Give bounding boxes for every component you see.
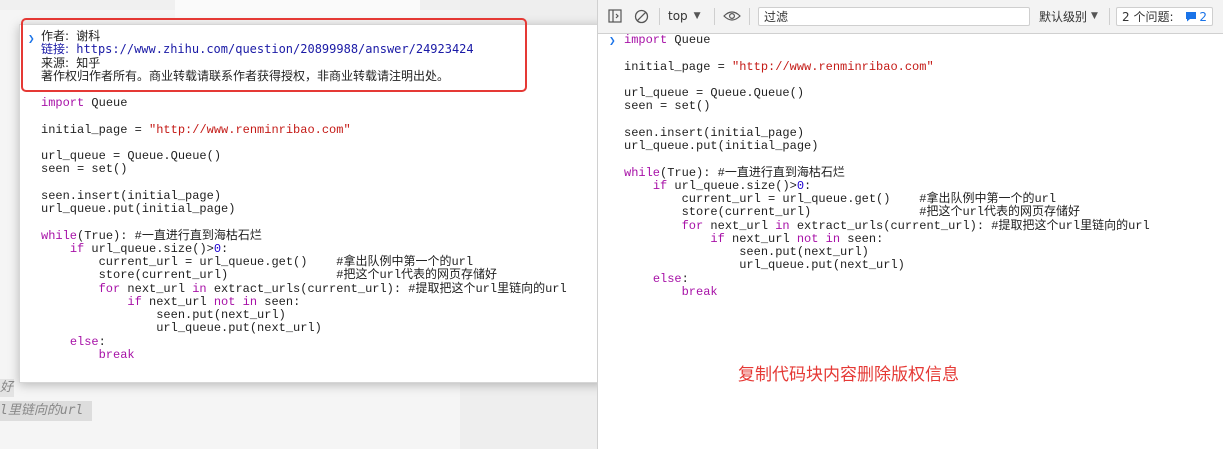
code-line: seen.put(next_url) <box>41 308 286 322</box>
code-line: while(True): #一直进行直到海枯石烂 <box>624 165 845 180</box>
code-line: seen = set() <box>41 162 128 177</box>
toolbar-divider <box>749 8 750 25</box>
popup-code-block: import Queue initial_page = "http://www.… <box>41 96 567 362</box>
code-line: seen.insert(initial_page) <box>624 125 805 140</box>
code-line: if next_url not in seen: <box>710 231 884 246</box>
console-toolbar: top ▼ 过滤 默认级别 ▼ 2 个问题: 2 <box>598 0 1223 34</box>
code-line: seen.put(next_url) <box>624 245 869 259</box>
code-line: if url_queue.size()>0: <box>652 178 812 193</box>
eye-icon[interactable] <box>721 7 743 25</box>
code-line: url_queue = Queue.Queue() <box>41 149 222 163</box>
code-line: break <box>681 284 718 299</box>
code-line: url_queue.put(initial_page) <box>624 139 819 153</box>
code-line: url_queue = Queue.Queue() <box>624 86 805 100</box>
code-line: while(True): #一直进行直到海枯石烂 <box>41 228 262 243</box>
code-line: import Queue <box>41 96 128 110</box>
chevron-right-icon: ❯ <box>609 34 616 47</box>
code-line: current_url = url_queue.get() #拿出队例中第一个的… <box>624 192 1057 206</box>
code-line: for next_url in extract_urls(current_url… <box>98 281 567 296</box>
code-line: url_queue.put(next_url) <box>41 321 322 336</box>
levels-value: 默认级别 <box>1039 9 1088 24</box>
context-select[interactable]: top ▼ <box>668 7 708 25</box>
copyright-highlight-box <box>21 18 527 92</box>
toolbar-divider <box>659 8 660 25</box>
issues-button[interactable]: 2 个问题: 2 <box>1116 7 1213 26</box>
toolbar-divider <box>1109 8 1110 25</box>
log-levels-select[interactable]: 默认级别 ▼ <box>1039 7 1105 25</box>
console-code-block: import Queue initial_page = "http://www.… <box>624 33 1150 299</box>
clear-console-icon[interactable] <box>632 7 650 25</box>
code-line: else: <box>69 334 106 349</box>
annotation-note: 复制代码块内容删除版权信息 <box>738 365 959 385</box>
code-line: initial_page = "http://www.renminribao.c… <box>624 59 934 74</box>
code-line: initial_page = "http://www.renminribao.c… <box>41 122 351 137</box>
context-value: top <box>668 9 688 23</box>
message-icon <box>1186 12 1197 22</box>
code-line: break <box>98 347 135 362</box>
background-bar <box>175 0 420 19</box>
devtools-console: top ▼ 过滤 默认级别 ▼ 2 个问题: 2 ❯ import Queue … <box>597 0 1223 449</box>
sidebar-toggle-icon[interactable] <box>606 7 624 25</box>
code-line: store(current_url) #把这个url代表的网页存储好 <box>624 205 1081 220</box>
code-line: current_url = url_queue.get() #拿出队例中第一个的… <box>41 255 474 269</box>
code-line: seen = set() <box>624 99 711 114</box>
code-line: import Queue <box>624 33 711 47</box>
code-line: store(current_url) #把这个url代表的网页存储好 <box>41 268 498 283</box>
code-line: if url_queue.size()>0: <box>69 241 229 256</box>
dropdown-arrow-icon: ▼ <box>693 11 701 21</box>
issues-label: 2 个问题: <box>1122 10 1174 24</box>
code-line: else: <box>652 271 689 286</box>
toolbar-divider <box>714 8 715 25</box>
code-line: for next_url in extract_urls(current_url… <box>681 218 1150 233</box>
code-line: url_queue.put(initial_page) <box>41 202 236 216</box>
code-line: url_queue.put(next_url) <box>624 258 905 273</box>
code-line: seen.insert(initial_page) <box>41 188 222 203</box>
dropdown-arrow-icon: ▼ <box>1091 11 1098 21</box>
code-line: if next_url not in seen: <box>127 294 301 309</box>
issues-count: 2 <box>1199 9 1207 24</box>
filter-input[interactable]: 过滤 <box>758 7 1030 26</box>
background-text-fragment: 好 <box>0 379 14 397</box>
background-text-fragment: l里链向的url <box>0 401 92 421</box>
issues-badge: 2 <box>1185 10 1207 24</box>
